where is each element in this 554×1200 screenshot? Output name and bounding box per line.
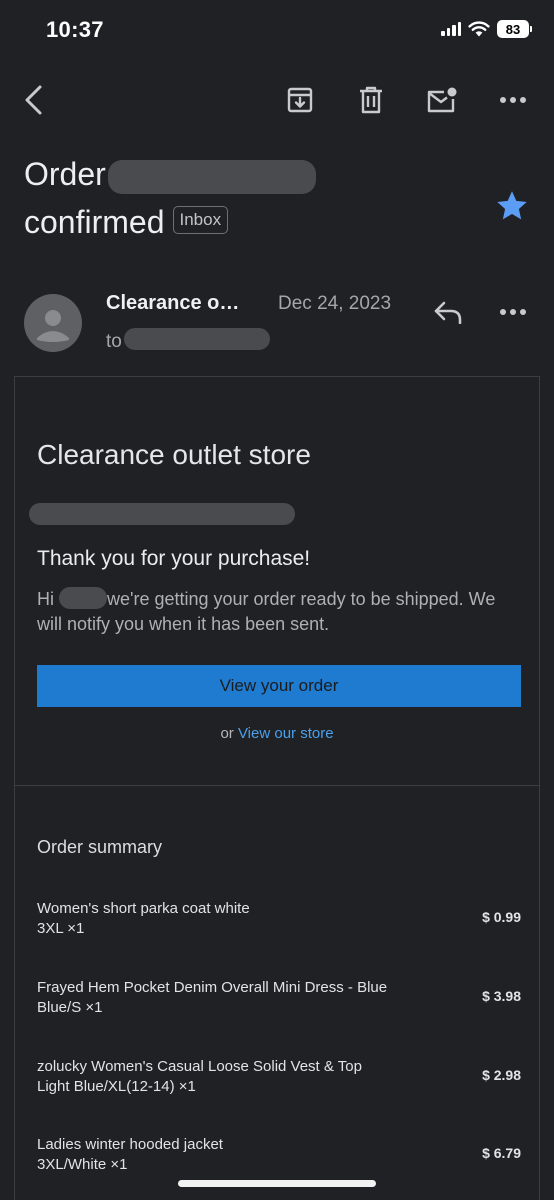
thank-you-heading: Thank you for your purchase! [37,547,311,570]
redacted-order-id [29,503,295,525]
item-price: $ 2.98 [482,1067,521,1083]
archive-button[interactable] [282,82,318,118]
subject-line-1: Order [24,156,106,192]
message-date: Dec 24, 2023 [278,293,392,314]
battery-level: 83 [497,20,529,38]
section-divider [15,785,539,786]
store-link-line: or View our store [15,725,539,742]
back-button[interactable] [16,82,52,118]
email-message: Hi we're getting your order ready to be … [37,587,517,637]
item-name: Ladies winter hooded jacket [37,1136,223,1153]
view-order-button[interactable]: View your order [37,665,521,707]
item-variant: 3XL ×1 [37,920,85,937]
message-more-button[interactable] [495,294,531,330]
order-item: Women's short parka coat white 3XL ×1 $ … [37,899,521,939]
redacted-recipient [123,328,270,350]
order-summary-heading: Order summary [37,837,163,857]
subject-line-2: confirmed [24,204,165,240]
star-icon[interactable] [494,188,530,224]
home-indicator[interactable] [178,1180,376,1187]
email-body: Clearance outlet store Thank you for you… [14,376,540,1200]
order-item: Frayed Hem Pocket Denim Overall Mini Dre… [37,978,521,1018]
store-name-heading: Clearance outlet store [37,439,311,470]
delete-button[interactable] [353,82,389,118]
signal-icon [441,22,461,36]
item-price: $ 3.98 [482,988,521,1004]
email-subject: Order confirmed Inbox [24,150,484,246]
sender-row[interactable]: Clearance o… Dec 24, 2023 to [0,290,554,360]
item-price: $ 6.79 [482,1145,521,1161]
item-name: zolucky Women's Casual Loose Solid Vest … [37,1058,362,1075]
battery-icon: 83 [497,20,532,38]
order-item: Ladies winter hooded jacket 3XL/White ×1… [37,1135,521,1175]
item-variant: Blue/S ×1 [37,999,103,1016]
trash-icon [360,86,382,114]
mark-unread-icon [427,87,457,113]
status-icons: 83 [441,20,532,38]
avatar[interactable] [24,294,82,352]
order-item: zolucky Women's Casual Loose Solid Vest … [37,1057,521,1097]
more-icon [500,97,526,103]
recipient-line: to [106,328,270,353]
redacted-order-number [107,159,316,194]
wifi-icon [468,21,490,37]
item-variant: 3XL/White ×1 [37,1156,128,1173]
greeting: Hi [37,589,54,609]
redacted-customer-name [59,587,108,609]
item-name: Women's short parka coat white [37,900,250,917]
more-options-button[interactable] [495,82,531,118]
email-toolbar [0,76,554,124]
item-name: Frayed Hem Pocket Denim Overall Mini Dre… [37,979,388,996]
status-time: 10:37 [46,17,104,42]
view-store-link[interactable]: View our store [238,725,334,742]
reply-icon [434,301,462,324]
inbox-label-chip[interactable]: Inbox [172,206,229,234]
status-bar: 10:37 83 [0,0,554,62]
default-avatar-icon [37,310,69,342]
item-price: $ 0.99 [482,909,521,925]
to-label: to [106,331,122,352]
sender-name: Clearance o… [106,292,240,314]
back-arrow-icon [25,85,42,115]
reply-button[interactable] [430,294,466,330]
more-icon [500,309,526,315]
archive-icon [287,87,313,113]
or-text: or [220,725,234,742]
mark-unread-button[interactable] [424,82,460,118]
item-variant: Light Blue/XL(12-14) ×1 [37,1078,196,1095]
